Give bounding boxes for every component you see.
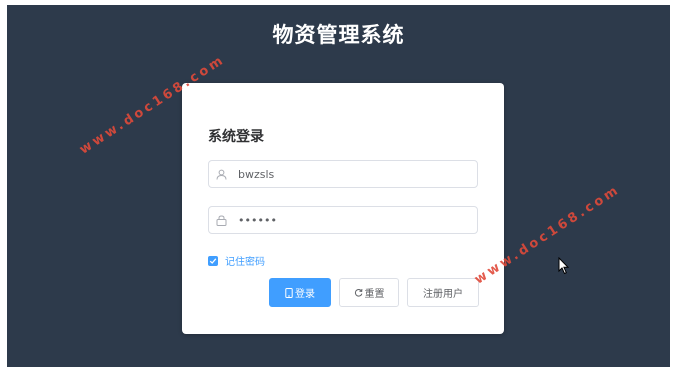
login-button[interactable]: 登录: [269, 278, 331, 307]
refresh-icon: [354, 288, 363, 297]
login-heading: 系统登录: [208, 129, 264, 145]
remember-label: 记住密码: [225, 257, 265, 268]
password-value: ••••••: [238, 213, 277, 227]
reset-button-label: 重置: [364, 289, 385, 300]
register-button-label: 注册用户: [423, 289, 463, 300]
app-window: 物资管理系统 系统登录 bwzsls •••••• 记住密码 登录 重置 注册用…: [7, 5, 670, 367]
mobile-icon: [285, 287, 293, 298]
register-button[interactable]: 注册用户: [407, 278, 479, 307]
password-input[interactable]: ••••••: [208, 206, 478, 234]
login-card: 系统登录 bwzsls •••••• 记住密码 登录 重置 注册用户: [182, 83, 504, 334]
lock-icon: [209, 214, 238, 226]
reset-button[interactable]: 重置: [339, 278, 399, 307]
app-title: 物资管理系统: [272, 23, 405, 47]
username-value: bwzsls: [238, 167, 275, 181]
username-input[interactable]: bwzsls: [208, 160, 478, 188]
cursor-icon: [558, 257, 570, 275]
checkbox-icon[interactable]: [208, 255, 218, 266]
login-button-label: 登录: [295, 289, 315, 300]
remember-password[interactable]: 记住密码: [208, 253, 265, 268]
user-icon: [209, 169, 238, 180]
